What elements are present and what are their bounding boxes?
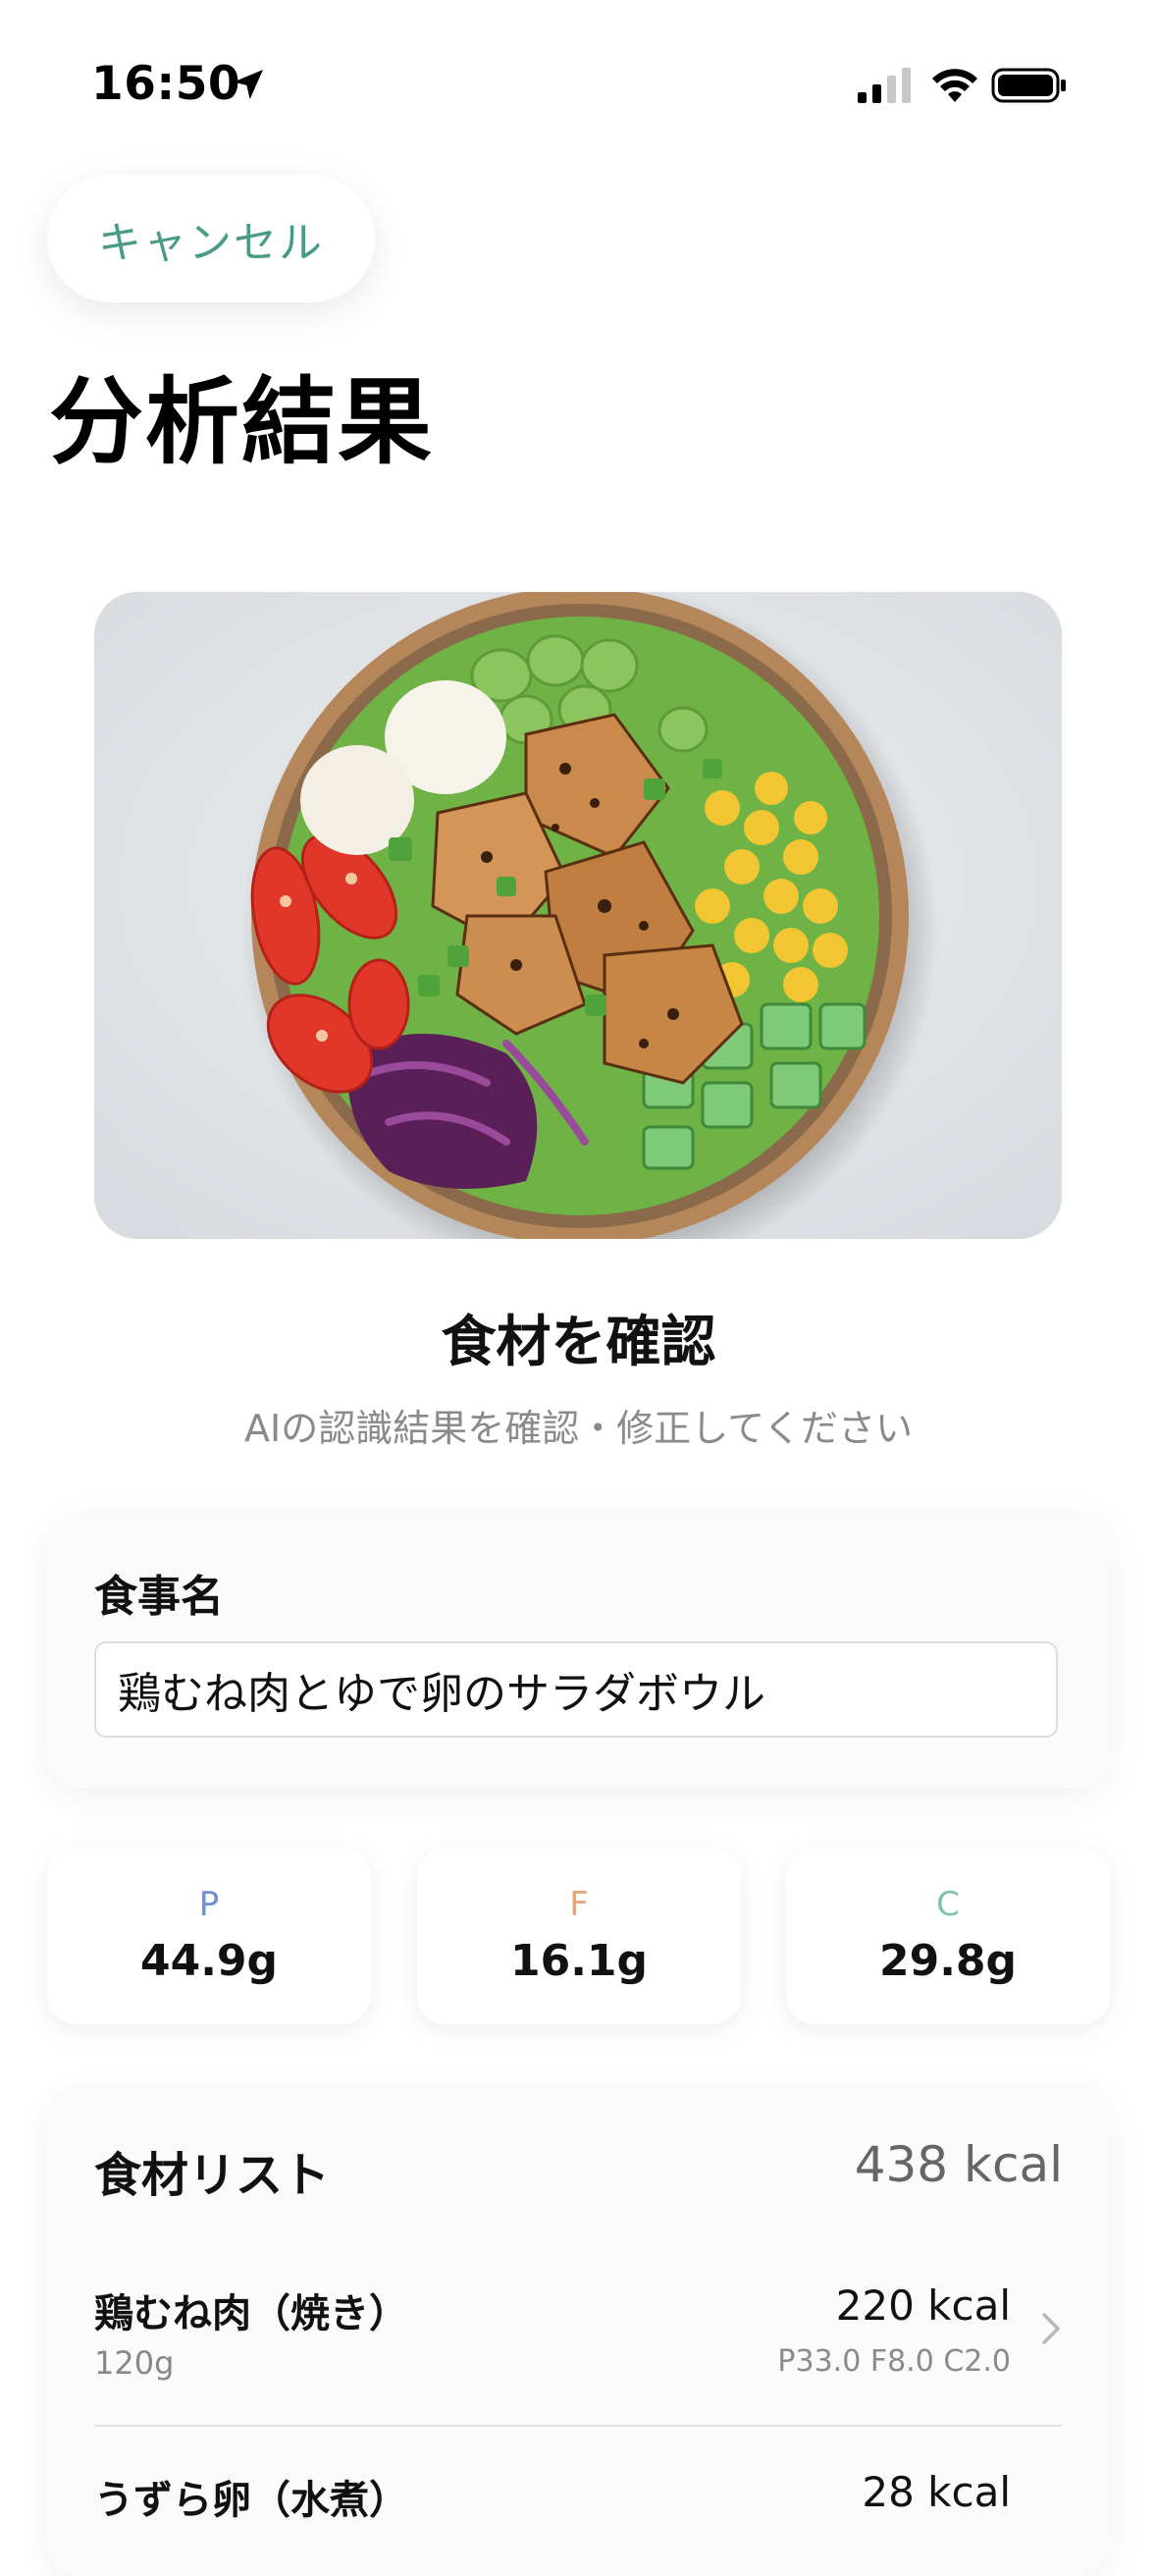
section-subtitle: AIの認識結果を確認・修正してください xyxy=(244,1407,913,1450)
carbs-card: C 29.8g xyxy=(786,1848,1110,2024)
fat-card: F 16.1g xyxy=(417,1848,741,2024)
fat-value: 16.1g xyxy=(509,1936,649,1986)
page-title: 分析結果 xyxy=(49,367,434,477)
protein-letter: P xyxy=(198,1885,220,1924)
food-photo xyxy=(94,592,1062,1239)
cellular-signal-icon xyxy=(858,68,911,103)
protein-card: P 44.9g xyxy=(47,1848,371,2024)
carbs-letter: C xyxy=(936,1885,960,1924)
meal-name-input[interactable] xyxy=(94,1641,1058,1738)
ingredient-list-title: 食材リスト xyxy=(94,2148,331,2203)
row-divider xyxy=(94,2425,1062,2427)
cancel-button[interactable]: キャンセル xyxy=(47,175,375,302)
wifi-icon xyxy=(932,69,977,102)
chevron-right-icon xyxy=(1042,2313,1060,2344)
ingredient-name: 鶏むね肉（焼き） xyxy=(94,2291,408,2336)
ingredient-list-card: 食材リスト 438 kcal 鶏むね肉（焼き） 120g 220 kcal P3… xyxy=(47,2085,1110,2576)
ingredient-amount: 120g xyxy=(94,2344,175,2382)
ingredient-row[interactable]: 鶏むね肉（焼き） 120g 220 kcal P33.0 F8.0 C2.0 xyxy=(94,2281,1062,2382)
ingredient-kcal: 220 kcal xyxy=(835,2281,1011,2330)
ingredient-name: うずら卵（水煮） xyxy=(94,2478,408,2523)
section-title: 食材を確認 xyxy=(441,1311,716,1374)
carbs-value: 29.8g xyxy=(878,1936,1018,1986)
ingredient-row[interactable]: うずら卵（水煮） 28 kcal xyxy=(94,2468,1062,2566)
meal-name-card: 食事名 xyxy=(47,1512,1110,1789)
ingredient-pfc: P33.0 F8.0 C2.0 xyxy=(777,2344,1011,2379)
battery-icon xyxy=(991,68,1066,103)
status-time: 16:50 xyxy=(91,57,241,111)
location-arrow-icon xyxy=(234,70,263,99)
fat-letter: F xyxy=(569,1885,589,1924)
total-calories: 438 kcal xyxy=(854,2136,1063,2193)
protein-value: 44.9g xyxy=(139,1936,279,1986)
meal-name-label: 食事名 xyxy=(94,1572,224,1622)
